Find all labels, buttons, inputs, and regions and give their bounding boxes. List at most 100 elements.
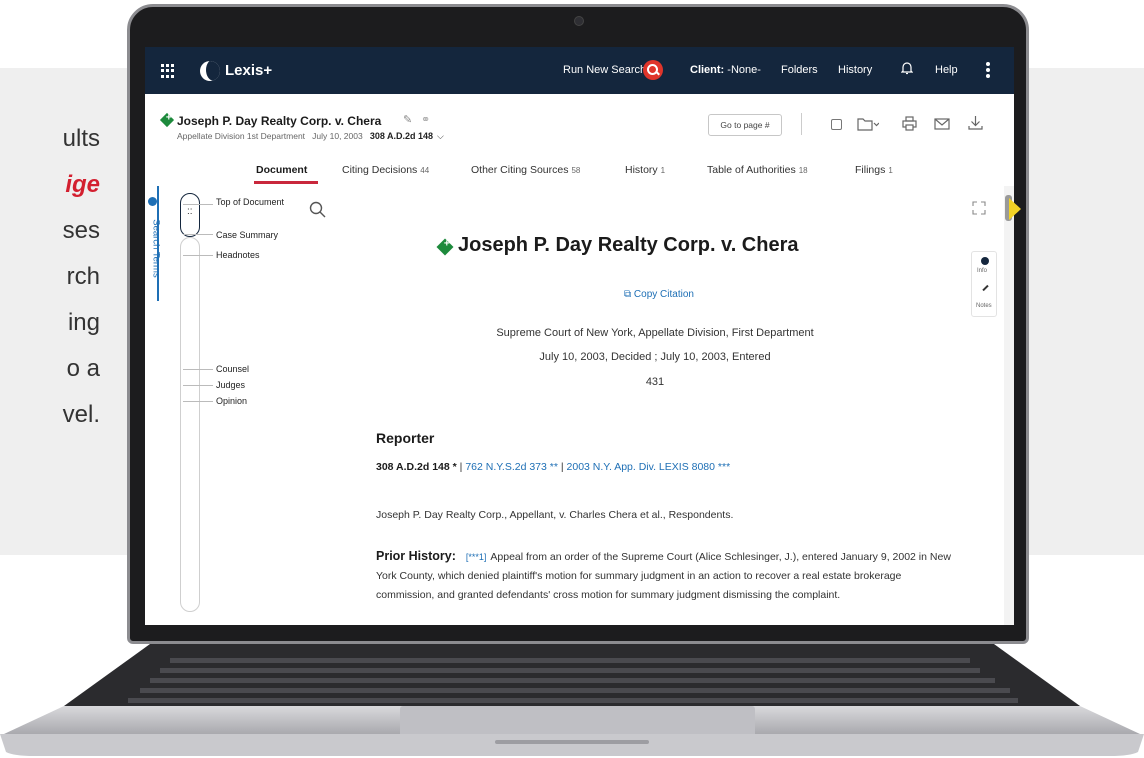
tab-history[interactable]: History 1 [625, 164, 665, 176]
tab-count: 1 [888, 166, 893, 175]
search-terms-dot-icon [148, 197, 157, 206]
tab-citing-decisions[interactable]: Citing Decisions 44 [342, 164, 429, 176]
nav-history[interactable]: History [838, 64, 872, 76]
more-menu-icon[interactable] [986, 62, 990, 78]
link-icon[interactable]: ⚭ [421, 113, 430, 126]
download-icon[interactable] [968, 115, 983, 131]
outline-drag-handle[interactable] [180, 193, 200, 237]
app-name[interactable]: Lexis+ [225, 62, 272, 79]
tab-label: Document [256, 164, 308, 176]
court-short: Appellate Division 1st Department [177, 131, 306, 141]
info-label[interactable]: Info [977, 268, 987, 274]
email-icon[interactable] [934, 118, 950, 130]
outline-item-case-summary[interactable]: Case Summary [216, 230, 278, 240]
expand-icon[interactable] [972, 201, 986, 215]
slide-line-2: ige [65, 171, 100, 198]
outline-item-opinion[interactable]: Opinion [216, 396, 247, 406]
outline-item-headnotes[interactable]: Headnotes [216, 250, 260, 260]
toolbar-divider [801, 113, 802, 135]
slide-line-6: o a [66, 355, 100, 382]
reporter-link-nys[interactable]: 762 N.Y.S.2d 373 ** [465, 461, 558, 473]
case-date: July 10, 2003 [312, 131, 363, 141]
slide-line-1: ults [62, 125, 100, 152]
client-value: -None- [727, 64, 761, 76]
notes-label[interactable]: Notes [976, 303, 992, 309]
tab-table-of-authorities[interactable]: Table of Authorities 18 [707, 164, 808, 176]
bell-icon[interactable] [901, 61, 913, 75]
outline-track[interactable] [180, 237, 200, 612]
laptop-base [0, 644, 1144, 756]
active-tab-indicator [254, 181, 318, 184]
search-terms-label[interactable]: Search Terms [151, 219, 162, 277]
cursor-pointer-icon [1009, 198, 1021, 220]
paperclip-icon[interactable]: ✎ [403, 113, 412, 126]
slide-line-3: ses [62, 217, 100, 244]
nav-folders[interactable]: Folders [781, 64, 818, 76]
client-selector[interactable]: Client: -None- [690, 64, 761, 76]
docket-number: 431 [645, 376, 665, 388]
go-to-page-button[interactable]: Go to page # [708, 114, 782, 136]
prior-history: Prior History: [***1] Appeal from an order… [376, 547, 961, 605]
page-marker-link[interactable]: [***1] [466, 552, 487, 562]
tab-label: Table of Authorities [707, 164, 796, 176]
checkbox-icon[interactable] [831, 119, 842, 130]
document-title: Joseph P. Day Realty Corp. v. Chera [458, 234, 799, 256]
outline-tick [183, 204, 213, 205]
tab-label: Filings [855, 164, 886, 176]
nav-help[interactable]: Help [935, 64, 958, 76]
tab-count: 18 [798, 166, 808, 175]
run-new-search-link[interactable]: Run New Search [563, 64, 646, 76]
outline-item-counsel[interactable]: Counsel [216, 364, 249, 374]
tab-label: Other Citing Sources [471, 164, 569, 176]
app-screen: Lexis+ Run New Search Client: -None- Fol… [145, 47, 1014, 625]
slide-line-5: ing [67, 309, 100, 336]
parties-line: Joseph P. Day Realty Corp., Appellant, v… [376, 509, 734, 521]
prior-history-heading: Prior History: [376, 549, 456, 563]
tab-label: History [625, 164, 658, 176]
prior-history-text: Appeal from an order of the Supreme Cour… [376, 551, 951, 601]
tab-count: 58 [571, 166, 581, 175]
client-label: Client: [690, 64, 725, 76]
apps-grid-icon[interactable] [161, 64, 175, 78]
search-icon[interactable] [643, 60, 663, 80]
outline-item-judges[interactable]: Judges [216, 380, 245, 390]
reporter-main-cite: 308 A.D.2d 148 * [376, 461, 457, 473]
tab-count: 44 [420, 166, 430, 175]
search-icon[interactable] [309, 201, 326, 218]
tab-other-citing-sources[interactable]: Other Citing Sources 58 [471, 164, 580, 176]
outline-tick [183, 234, 213, 235]
court-name: Supreme Court of New York, Appellate Div… [496, 327, 814, 339]
decision-dates: July 10, 2003, Decided ; July 10, 2003, … [539, 351, 771, 363]
green-signal-icon [159, 112, 175, 128]
reporter-link-lexis[interactable]: 2003 N.Y. App. Div. LEXIS 8080 *** [567, 461, 731, 473]
case-subtitle: Appellate Division 1st Department July 1… [177, 131, 444, 142]
webcam [574, 16, 584, 26]
slide-line-4: rch [66, 263, 100, 290]
copy-citation-label: Copy Citation [633, 289, 694, 300]
print-icon[interactable] [902, 116, 917, 131]
chevron-down-icon[interactable]: ⌵ [437, 131, 444, 142]
outline-tick [183, 369, 213, 370]
case-title: Joseph P. Day Realty Corp. v. Chera [177, 114, 382, 128]
reporter-heading: Reporter [376, 430, 435, 446]
slide-line-7: vel. [62, 401, 100, 428]
slide-side-text: ults ige ses rch ing o a vel. [0, 118, 100, 440]
case-citation[interactable]: 308 A.D.2d 148 [370, 131, 433, 141]
reporter-citations: 308 A.D.2d 148 * | 762 N.Y.S.2d 373 ** |… [376, 461, 731, 473]
green-signal-icon [436, 238, 454, 256]
folder-icon[interactable] [857, 117, 879, 131]
tab-filings[interactable]: Filings 1 [855, 164, 893, 176]
tab-document[interactable]: Document [256, 164, 307, 176]
lexis-logo-icon [200, 61, 220, 81]
outline-tick [183, 385, 213, 386]
vertical-scrollbar[interactable] [1004, 186, 1014, 625]
copy-icon: ⧉ [624, 289, 634, 300]
tab-count: 1 [660, 166, 666, 175]
top-nav-bar: Lexis+ Run New Search Client: -None- Fol… [145, 47, 1014, 94]
outline-item-top-of-document[interactable]: Top of Document [216, 197, 284, 207]
outline-tick [183, 401, 213, 402]
copy-citation-link[interactable]: ⧉ Copy Citation [624, 289, 694, 300]
tab-label: Citing Decisions [342, 164, 418, 176]
outline-tick [183, 255, 213, 256]
info-icon[interactable] [981, 257, 989, 265]
